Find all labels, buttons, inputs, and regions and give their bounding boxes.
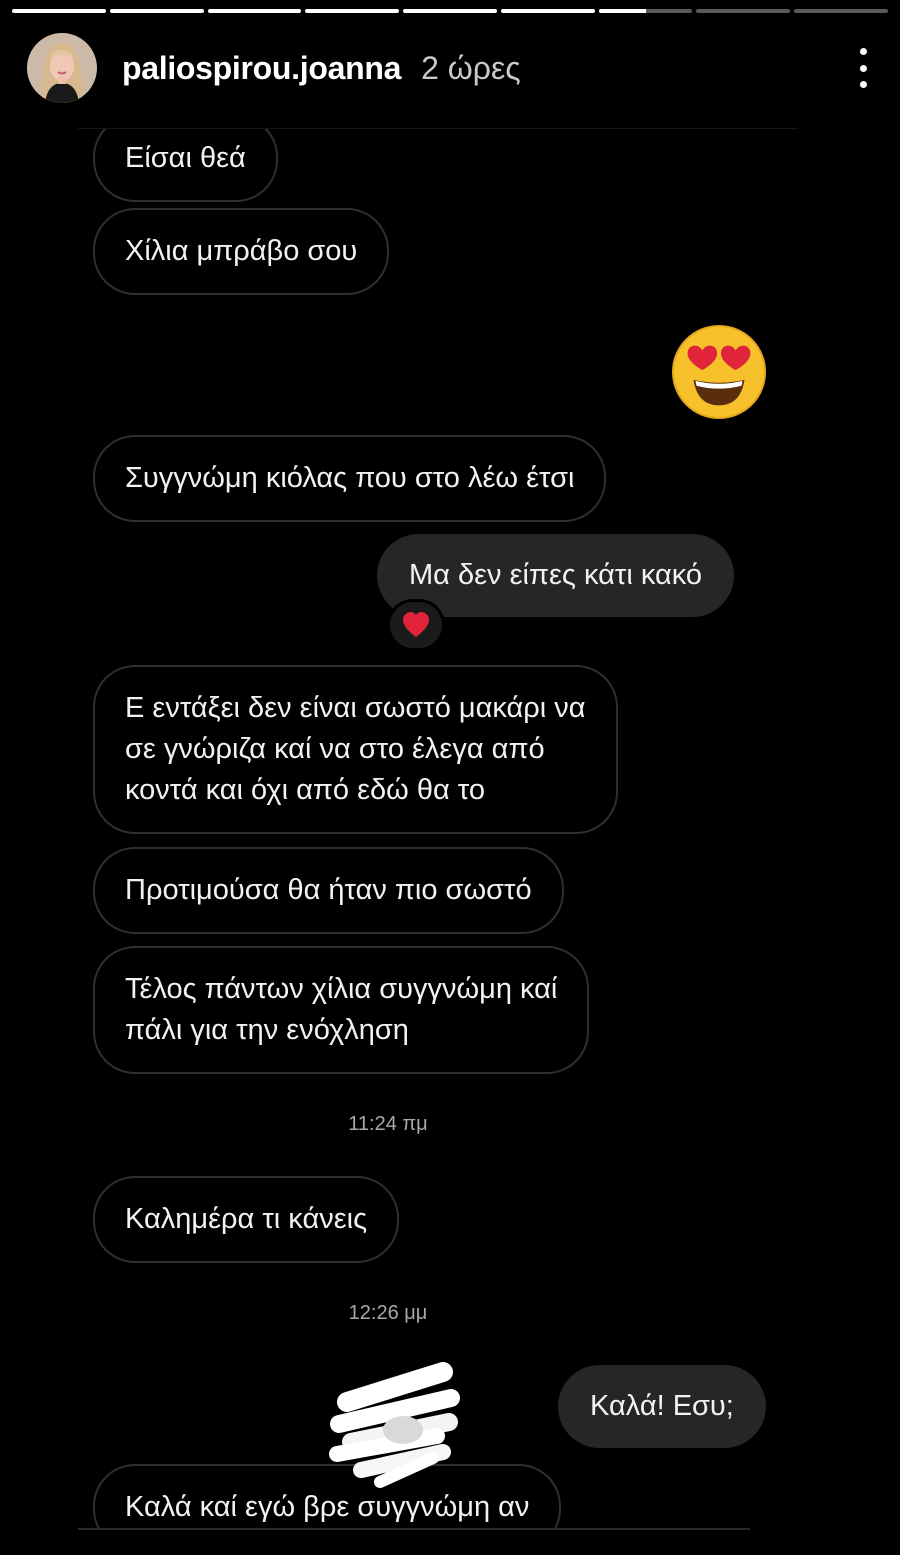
progress-segment: [305, 9, 400, 13]
progress-segment: [109, 9, 204, 13]
incoming-message: Χίλια μπράβο σου: [93, 208, 390, 295]
incoming-message: Είσαι θεά: [93, 129, 278, 202]
incoming-message: Ε εντάξει δεν είναι σωστό μακάρι να σε γ…: [93, 665, 618, 834]
story-header: paliospirou.joanna 2 ώρες: [27, 33, 873, 103]
message-text: Χίλια μπράβο σου: [125, 235, 358, 267]
message-text: κοντά και όχι από εδώ θα το: [125, 774, 485, 806]
progress-segment: [500, 9, 595, 13]
message-text: Συγγνώμη κιόλας που στο λέω έτσι: [125, 462, 575, 494]
progress-segment: [207, 9, 302, 13]
message-text: Τέλος πάντων χίλια συγγνώμη καί: [125, 973, 558, 1005]
message-text: Καλά! Εσυ;: [590, 1390, 734, 1422]
progress-segment: [12, 9, 106, 13]
message-text: πάλι για την ενόχληση: [125, 1014, 409, 1046]
incoming-message: Συγγνώμη κιόλας που στο λέω έτσι: [93, 435, 607, 522]
message-text: Ε εντάξει δεν είναι σωστό μακάρι να: [125, 692, 586, 724]
outgoing-message: Καλά! Εσυ;: [558, 1365, 766, 1448]
story-time-ago: 2 ώρες: [421, 49, 521, 86]
progress-segment: [598, 9, 693, 13]
progress-segment: [403, 9, 497, 13]
more-options-icon[interactable]: [853, 48, 873, 88]
message-text: Μα δεν είπες κάτι κακό: [409, 559, 703, 591]
progress-segment: [794, 9, 889, 13]
message-text: σε γνώριζα καί να στο έλεγα από: [125, 733, 545, 765]
story-progress-bar: [12, 9, 889, 13]
message-timestamp: 12:26 μμ: [348, 1302, 428, 1324]
white-scribble-sticker: [325, 1362, 465, 1497]
message-text: Είσαι θεά: [125, 142, 246, 174]
message-text: Προτιμούσα θα ήταν πιο σωστό: [125, 874, 532, 906]
message-text: Καλημέρα τι κάνεις: [125, 1203, 368, 1235]
incoming-message: Προτιμούσα θα ήταν πιο σωστό: [93, 847, 564, 934]
heart-eyes-emoji: [670, 323, 768, 426]
message-timestamp: 11:24 πμ: [348, 1113, 428, 1135]
incoming-message: Καλημέρα τι κάνεις: [93, 1176, 400, 1263]
incoming-message: Τέλος πάντων χίλια συγγνώμη καί πάλι για…: [93, 946, 590, 1074]
divider: [78, 1528, 750, 1530]
avatar[interactable]: [27, 33, 97, 103]
username[interactable]: paliospirou.joanna: [122, 50, 401, 87]
heart-reaction-icon[interactable]: [387, 599, 445, 651]
message-thread: Είσαι θεά Χίλια μπράβο σου Συγγνώμη κιόλ…: [78, 129, 798, 1528]
progress-segment: [696, 9, 791, 13]
